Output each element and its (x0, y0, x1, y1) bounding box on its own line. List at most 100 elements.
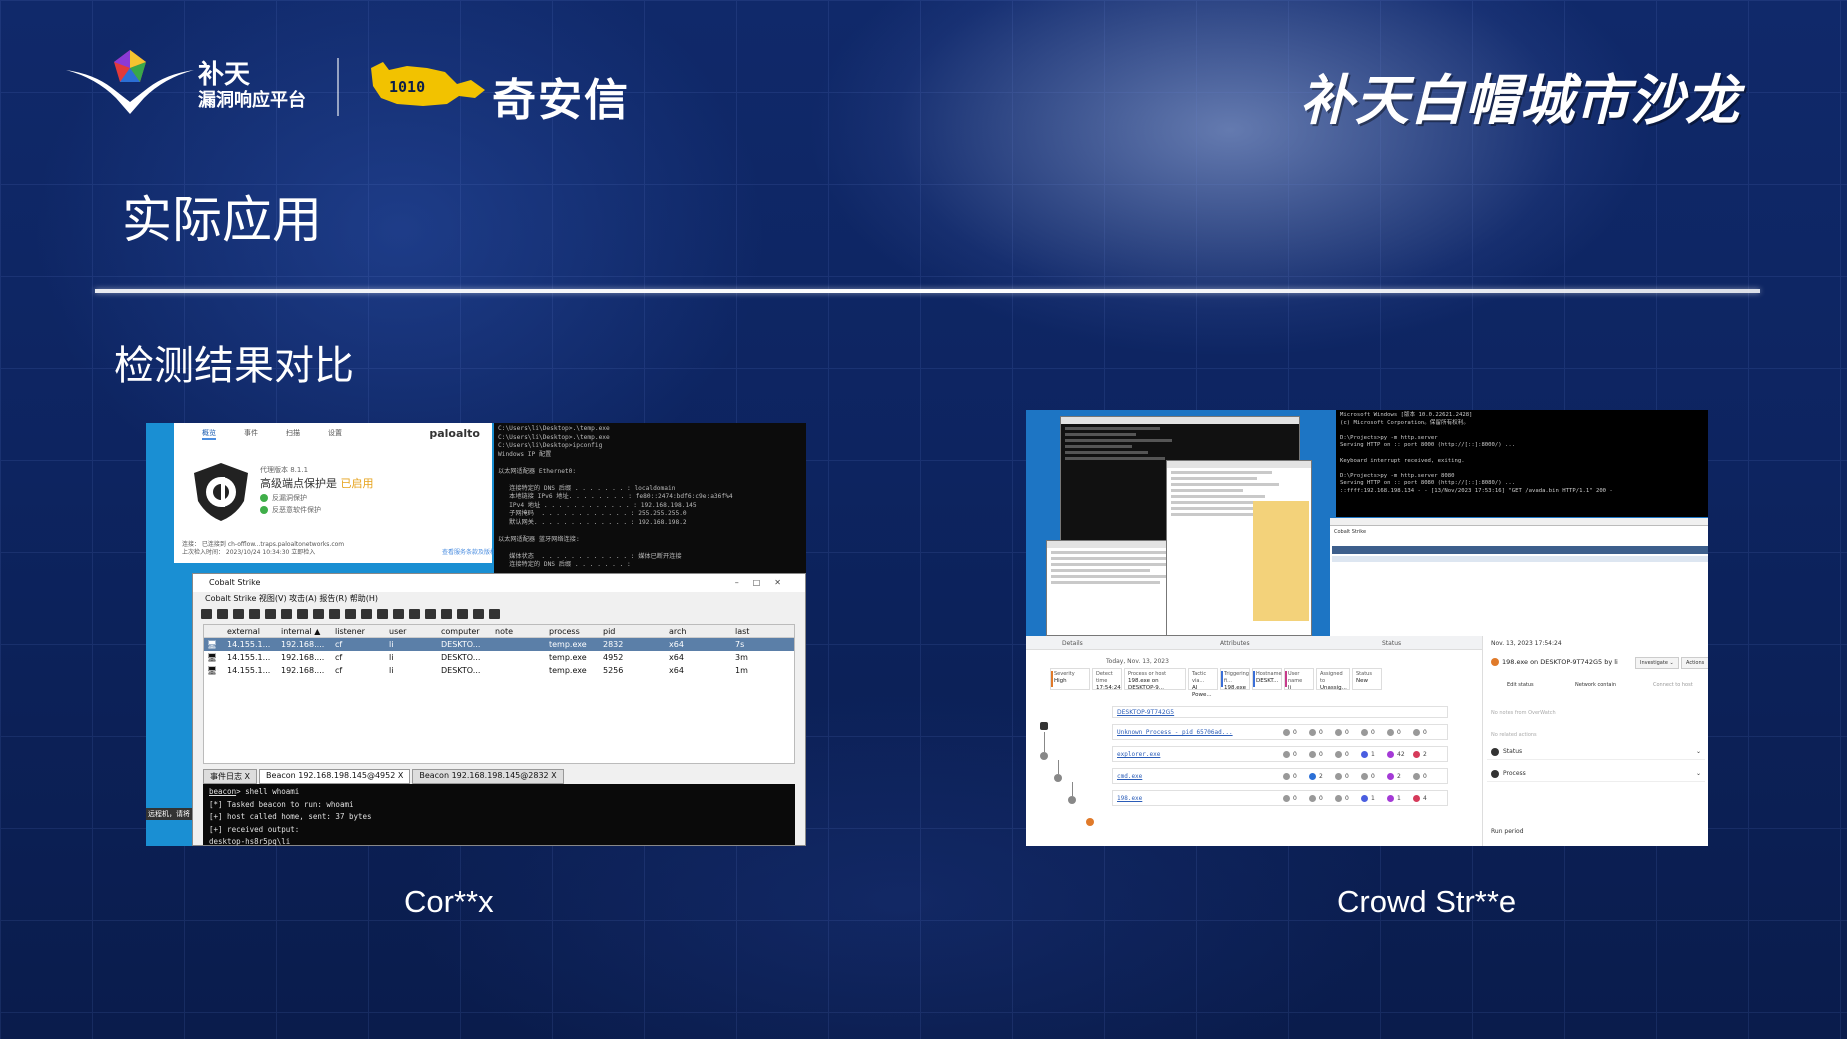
toolbar-icon[interactable] (361, 609, 372, 619)
link-icon[interactable] (441, 609, 452, 619)
butian-logo-icon (66, 50, 194, 114)
process-name[interactable]: 198.exe (1117, 795, 1142, 802)
cobalt-strike-window: Cobalt Strike –□✕ Cobalt Strike 视图(V) 攻击(… (192, 573, 806, 846)
col-computer[interactable]: computer (438, 625, 492, 637)
run-period-label: Run period (1491, 828, 1524, 835)
table-row[interactable]: 🖥 14.155.1... 192.168.... cf li DESKTO..… (204, 651, 794, 664)
cloud-icon[interactable] (457, 609, 468, 619)
network-contain-button[interactable]: Network contain (1575, 682, 1616, 688)
cobalt-strike-window-small: Cobalt Strike (1330, 518, 1708, 636)
beacon-console[interactable]: beacon> shell whoami [*] Tasked beacon t… (203, 784, 795, 846)
host-link[interactable]: DESKTOP-9T742G5 (1112, 706, 1448, 718)
tab-settings[interactable]: 设置 (328, 428, 342, 440)
user-card: User name li (1284, 668, 1314, 691)
col-listener[interactable]: listener (332, 625, 386, 637)
col-status[interactable]: Status (1382, 640, 1401, 647)
process-row[interactable]: cmd.exe 020020 (1112, 768, 1448, 784)
card-key: Detect time (1096, 671, 1113, 684)
coffee-icon[interactable] (393, 609, 404, 619)
toolbar-icon[interactable] (313, 609, 324, 619)
terms-link[interactable]: 查看服务条款及版权 (442, 549, 496, 557)
paloalto-footer: 连接： 已连接到 ch-offlow...traps.paloaltonetwo… (182, 541, 496, 557)
toolbar-icon[interactable] (409, 609, 420, 619)
col-details[interactable]: Details (1062, 640, 1083, 647)
tab-events[interactable]: 事件 (244, 428, 258, 440)
check-icon (260, 506, 268, 514)
card-key: Process or host (1128, 671, 1167, 677)
card-key: Assigned to (1320, 671, 1343, 684)
window-buttons[interactable]: –□✕ (735, 574, 795, 592)
col-internal[interactable]: internal ▲ (278, 625, 332, 637)
beacon-prompt: beacon (209, 787, 237, 796)
paloalto-agent-window: 概览 事件 扫描 设置 paloalto 代理版本 8.1.1 高级端点保护是 … (174, 423, 496, 563)
tab-beacon-2832[interactable]: Beacon 192.168.198.145@2832 X (412, 769, 564, 784)
book-icon[interactable] (473, 609, 484, 619)
process-row[interactable]: Unknown Process - pid 65706ad... 000000 (1112, 724, 1448, 740)
cortex-screenshot: 概览 事件 扫描 设置 paloalto 代理版本 8.1.1 高级端点保护是 … (146, 423, 806, 846)
process-section[interactable]: Process ⌄ (1487, 766, 1705, 782)
detection-title: 198.exe on DESKTOP-9T742G5 by li (1491, 658, 1618, 666)
severity-icon (1491, 658, 1499, 666)
cs-titlebar: Cobalt Strike –□✕ (193, 574, 805, 592)
table-row[interactable]: 🖥 14.155.1... 192.168.... cf li DESKTO..… (204, 638, 794, 651)
col-attributes[interactable]: Attributes (1220, 640, 1250, 647)
connection-line: 连接： 已连接到 ch-offlow...traps.paloaltonetwo… (182, 541, 345, 548)
table-header: external internal ▲ listener user comput… (204, 625, 794, 638)
toolbar-icon[interactable] (329, 609, 340, 619)
toolbar-icon[interactable] (265, 609, 276, 619)
toolbar-icon[interactable] (297, 609, 308, 619)
toolbar-icon[interactable] (425, 609, 436, 619)
toolbar-icon[interactable] (345, 609, 356, 619)
checkin-line: 上次检入时间： 2023/10/24 10:34:30 立即检入 (182, 549, 316, 556)
cell: 3m (735, 653, 748, 662)
cmd-terminal: C:\Users\li\Desktop>.\temp.exe C:\Users\… (494, 423, 806, 594)
investigate-button[interactable]: Investigate ⌄ (1635, 657, 1679, 669)
connect-host-button[interactable]: Connect to host (1653, 682, 1693, 688)
tree-line (1072, 782, 1073, 796)
event-title: 补天白帽城市沙龙 (1300, 68, 1740, 132)
col-external[interactable]: external (224, 625, 278, 637)
col-process[interactable]: process (546, 625, 600, 637)
tab-scan[interactable]: 扫描 (286, 428, 300, 440)
detection-side-panel: Nov. 13, 2023 17:54:24 198.exe on DESKTO… (1482, 636, 1708, 846)
tab-beacon-4952[interactable]: Beacon 192.168.198.145@4952 X (259, 769, 411, 784)
cell (492, 651, 546, 664)
cs-menubar[interactable]: Cobalt Strike 视图(V) 攻击(A) 报告(R) 帮助(H) (193, 592, 805, 606)
col-note[interactable]: note (492, 625, 546, 637)
falcon-detections-panel: Details Attributes Status Today, Nov. 13… (1026, 636, 1708, 846)
col-icon (204, 625, 224, 637)
cs-title: Cobalt Strike (209, 578, 261, 587)
process-row[interactable]: 198.exe 000114 (1112, 790, 1448, 806)
cube-icon[interactable] (489, 609, 500, 619)
cell: DESKTO... (441, 653, 481, 662)
toolbar-icon[interactable] (201, 609, 212, 619)
card-key: Status (1356, 671, 1372, 677)
process-name[interactable]: Unknown Process - pid 65706ad... (1117, 729, 1233, 736)
col-pid[interactable]: pid (600, 625, 666, 637)
headphones-icon[interactable] (233, 609, 244, 619)
tactic-card: Tactic via... AI Powe... (1188, 668, 1218, 698)
table-row[interactable]: 🖥 14.155.1... 192.168.... cf li DESKTO..… (204, 664, 794, 677)
gear-icon[interactable] (377, 609, 388, 619)
toolbar-icon[interactable] (217, 609, 228, 619)
col-user[interactable]: user (386, 625, 438, 637)
col-last[interactable]: last (732, 625, 772, 637)
process-name[interactable]: cmd.exe (1117, 773, 1142, 780)
toolbar-icon[interactable] (249, 609, 260, 619)
col-arch[interactable]: arch (666, 625, 732, 637)
process-row[interactable]: explorer.exe 0 0 0 1 42 2 (1112, 746, 1448, 762)
cell: 5256 (603, 666, 624, 675)
paloalto-logo: paloalto (429, 427, 480, 440)
status-section[interactable]: Status ⌄ (1487, 744, 1705, 760)
card-value: New (1356, 678, 1368, 684)
toolbar-icon[interactable] (281, 609, 292, 619)
edit-status-button[interactable]: Edit status (1507, 682, 1534, 688)
tab-overview[interactable]: 概览 (202, 428, 216, 440)
check-malware: 反恶意软件保护 (260, 505, 321, 515)
detect-time-card: Detect time 17:54:24 (1092, 668, 1122, 691)
detection-node (1086, 818, 1094, 826)
process-name[interactable]: explorer.exe (1117, 751, 1160, 758)
cell: temp.exe (549, 653, 587, 662)
tab-event-log[interactable]: 事件日志 X (203, 769, 258, 784)
actions-button[interactable]: Actions (1681, 657, 1708, 669)
